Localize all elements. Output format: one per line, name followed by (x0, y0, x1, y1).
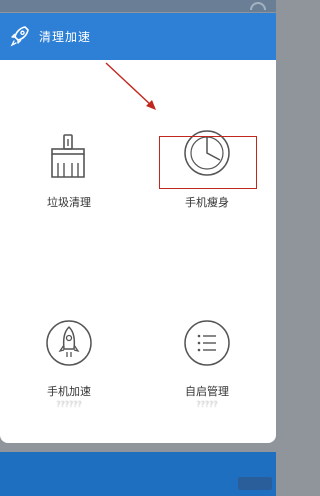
tile-phone-boost[interactable]: 手机加速 ?????? (0, 313, 138, 423)
cleanup-dialog: 清理加速 垃圾清理 手机瘦身 手机加速 ?????? 自启管理 ????? (0, 13, 276, 443)
status-bar (0, 0, 276, 12)
rocket-icon (10, 26, 29, 47)
tile-sublabel: ????? (196, 400, 218, 409)
tile-label: 手机加速 (47, 385, 91, 398)
dialog-title: 清理加速 (39, 30, 92, 44)
highlight-box (159, 136, 257, 189)
tile-label: 手机瘦身 (185, 196, 229, 209)
tile-sublabel: ?????? (56, 400, 82, 409)
bottom-bar (0, 452, 276, 496)
tile-autostart[interactable]: 自启管理 ????? (138, 313, 276, 423)
watermark-logo (238, 477, 272, 490)
dialog-header: 清理加速 (0, 13, 276, 60)
broom-icon (51, 134, 85, 178)
list-circle-icon (184, 320, 230, 366)
wifi-icon (250, 2, 266, 10)
tile-label: 垃圾清理 (47, 196, 91, 209)
rocket-circle-icon (46, 320, 92, 366)
tile-label: 自启管理 (185, 385, 229, 398)
tile-junk-clean[interactable]: 垃圾清理 (0, 123, 138, 213)
